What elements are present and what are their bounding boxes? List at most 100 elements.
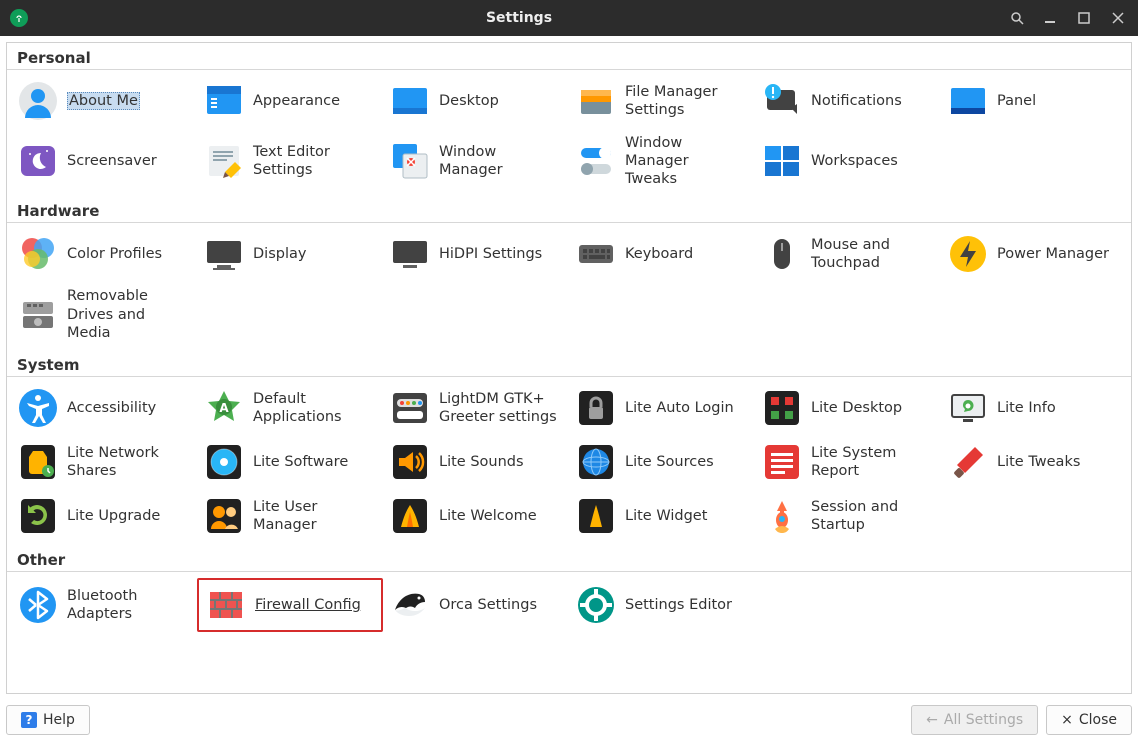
item-label: Window Manager Tweaks [625,134,745,188]
item-lite-sysreport[interactable]: Lite System Report [755,437,941,487]
power-icon [947,233,989,275]
item-label: Lite Sources [625,453,714,471]
section-system-header: System [7,350,1131,377]
item-label: File Manager Settings [625,83,745,119]
item-label: LightDM GTK+ Greeter settings [439,390,559,426]
item-lite-tweaks[interactable]: Lite Tweaks [941,437,1127,487]
item-screensaver[interactable]: Screensaver [11,130,197,192]
close-button[interactable] [1112,12,1128,24]
item-label: Session and Startup [811,498,931,534]
item-lite-sources[interactable]: Lite Sources [569,437,755,487]
item-lite-software[interactable]: Lite Software [197,437,383,487]
item-label: Removable Drives and Media [67,287,187,341]
item-label: Lite Tweaks [997,453,1080,471]
item-label: Accessibility [67,399,156,417]
item-lite-welcome[interactable]: Lite Welcome [383,491,569,541]
item-label: Lite Info [997,399,1056,417]
item-label: Screensaver [67,152,157,170]
window-title: Settings [28,10,1010,26]
app-icon [10,9,28,27]
item-removable[interactable]: Removable Drives and Media [11,283,197,345]
item-color-profiles[interactable]: Color Profiles [11,229,197,279]
lightdm-icon [389,387,431,429]
item-lite-network[interactable]: Lite Network Shares [11,437,197,487]
item-label: Desktop [439,92,499,110]
svg-text:A: A [219,401,229,415]
lite-sysreport-icon [761,441,803,483]
item-bluetooth[interactable]: Bluetooth Adapters [11,578,197,632]
item-lightdm[interactable]: LightDM GTK+ Greeter settings [383,383,569,433]
lite-sources-icon [575,441,617,483]
item-desktop[interactable]: Desktop [383,76,569,126]
section-other-grid: Bluetooth Adapters Firewall Config [7,572,1131,636]
help-icon: ? [21,712,37,728]
item-text-editor[interactable]: Text Editor Settings [197,130,383,192]
wm-icon [389,140,431,182]
item-label: Lite Welcome [439,507,537,525]
item-lite-upgrade[interactable]: Lite Upgrade [11,491,197,541]
lite-widget-icon [575,495,617,537]
item-label: About Me [67,92,140,110]
item-workspaces[interactable]: Workspaces [755,130,941,192]
close-button-bottom[interactable]: × Close [1046,705,1132,735]
section-system-grid: Accessibility A Default Applications Lig… [7,377,1131,545]
session-startup-icon [761,495,803,537]
mouse-icon [761,233,803,275]
item-default-apps[interactable]: A Default Applications [197,383,383,433]
item-panel[interactable]: Panel [941,76,1127,126]
item-label: Appearance [253,92,340,110]
item-lite-user[interactable]: Lite User Manager [197,491,383,541]
item-session-startup[interactable]: Session and Startup [755,491,941,541]
item-label: Display [253,245,306,263]
item-label: Default Applications [253,390,373,426]
text-editor-icon [203,140,245,182]
item-label: Lite User Manager [253,498,373,534]
hidpi-icon [389,233,431,275]
item-lite-info[interactable]: Lite Info [941,383,1127,433]
item-firewall[interactable]: Firewall Config [197,578,383,632]
titlebar: Settings [0,0,1138,36]
lite-tweaks-icon [947,441,989,483]
item-settings-editor[interactable]: Settings Editor [569,578,755,632]
item-accessibility[interactable]: Accessibility [11,383,197,433]
item-window-manager[interactable]: Window Manager [383,130,569,192]
item-lite-widget[interactable]: Lite Widget [569,491,755,541]
section-hardware-grid: Color Profiles Display HiDPI Settings Ke… [7,223,1131,349]
accessibility-icon [17,387,59,429]
item-orca[interactable]: Orca Settings [383,578,569,632]
item-about-me[interactable]: About Me [11,76,197,126]
item-hidpi[interactable]: HiDPI Settings [383,229,569,279]
item-auto-login[interactable]: Lite Auto Login [569,383,755,433]
search-icon[interactable] [1010,11,1026,25]
lite-sounds-icon [389,441,431,483]
orca-icon [389,584,431,626]
maximize-button[interactable] [1078,12,1094,24]
item-appearance[interactable]: Appearance [197,76,383,126]
item-notifications[interactable]: Notifications [755,76,941,126]
item-display[interactable]: Display [197,229,383,279]
item-label: Lite Widget [625,507,707,525]
item-wm-tweaks[interactable]: Window Manager Tweaks [569,130,755,192]
item-label: HiDPI Settings [439,245,542,263]
item-label: Mouse and Touchpad [811,236,931,272]
lite-software-icon [203,441,245,483]
item-label: Lite Software [253,453,348,471]
lite-upgrade-icon [17,495,59,537]
item-label: Window Manager [439,143,559,179]
item-lite-desktop[interactable]: Lite Desktop [755,383,941,433]
item-label: Color Profiles [67,245,162,263]
screensaver-icon [17,140,59,182]
item-power[interactable]: Power Manager [941,229,1127,279]
item-label: Firewall Config [255,596,361,614]
bottom-bar: ? Help ← All Settings × Close [0,700,1138,740]
lite-network-icon [17,441,59,483]
minimize-button[interactable] [1044,12,1060,24]
item-lite-sounds[interactable]: Lite Sounds [383,437,569,487]
desktop-icon [389,80,431,122]
item-file-manager[interactable]: File Manager Settings [569,76,755,126]
bluetooth-icon [17,584,59,626]
help-button[interactable]: ? Help [6,705,90,735]
item-keyboard[interactable]: Keyboard [569,229,755,279]
item-mouse[interactable]: Mouse and Touchpad [755,229,941,279]
item-label: Orca Settings [439,596,537,614]
